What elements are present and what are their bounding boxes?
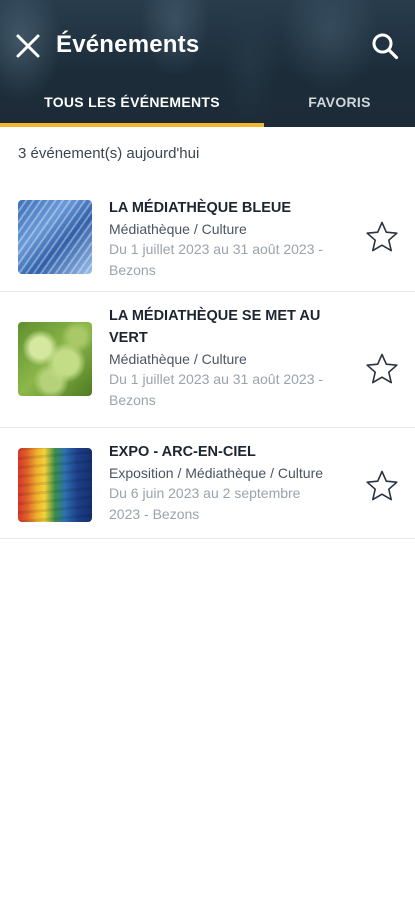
star-outline-icon — [366, 221, 398, 252]
event-title: EXPO - ARC-EN-CIEL — [109, 444, 256, 460]
event-date: Du 6 juin 2023 au 2 septembre — [109, 485, 301, 501]
event-item[interactable]: EXPO - ARC-EN-CIEL Exposition / Médiathè… — [0, 428, 415, 539]
favorite-button[interactable] — [365, 220, 399, 254]
event-category: Exposition / Médiathèque / Culture — [109, 465, 324, 481]
star-outline-icon — [366, 470, 398, 501]
event-location: Bezons — [109, 391, 156, 408]
event-texts: EXPO - ARC-EN-CIEL Exposition / Médiathè… — [109, 441, 349, 524]
event-date: Du 1 juillet 2023 au 31 août 2023 - — [109, 241, 324, 257]
close-icon — [16, 34, 40, 58]
app-header: Événements TOUS LES ÉVÉNEMENTS FAVORIS — [0, 0, 415, 127]
tab-all-events-label: TOUS LES ÉVÉNEMENTS — [44, 93, 220, 110]
favorite-button[interactable] — [365, 352, 399, 386]
events-count: 3 événement(s) aujourd'hui — [18, 145, 200, 162]
tab-bar: TOUS LES ÉVÉNEMENTS FAVORIS — [0, 76, 415, 127]
event-item[interactable]: LA MÉDIATHÈQUE SE MET AU VERT Médiathèqu… — [0, 292, 415, 428]
event-texts: LA MÉDIATHÈQUE SE MET AU VERT Médiathèqu… — [109, 305, 349, 410]
event-date: Du 1 juillet 2023 au 31 août 2023 - — [109, 371, 324, 387]
tab-favorites[interactable]: FAVORIS — [264, 76, 415, 127]
event-thumbnail — [18, 448, 92, 522]
event-thumbnail — [18, 322, 92, 396]
favorite-button[interactable] — [365, 469, 399, 503]
search-icon — [372, 33, 399, 60]
tab-all-events[interactable]: TOUS LES ÉVÉNEMENTS — [0, 76, 264, 127]
event-title-continued: VERT — [109, 330, 148, 346]
page-title: Événements — [56, 31, 200, 58]
event-title: LA MÉDIATHÈQUE SE MET AU — [109, 308, 321, 324]
tab-favorites-label: FAVORIS — [308, 93, 371, 110]
event-category: Médiathèque / Culture — [109, 221, 247, 237]
event-item[interactable]: LA MÉDIATHÈQUE BLEUE Médiathèque / Cultu… — [0, 183, 415, 292]
close-button[interactable] — [10, 28, 46, 64]
search-button[interactable] — [367, 28, 403, 64]
events-list: LA MÉDIATHÈQUE BLEUE Médiathèque / Cultu… — [0, 183, 415, 539]
star-outline-icon — [366, 353, 398, 384]
event-location: 2023 - Bezons — [109, 505, 200, 522]
event-title: LA MÉDIATHÈQUE BLEUE — [109, 200, 292, 216]
event-location: Bezons — [109, 261, 156, 278]
event-category: Médiathèque / Culture — [109, 351, 247, 367]
event-thumbnail — [18, 200, 92, 274]
event-texts: LA MÉDIATHÈQUE BLEUE Médiathèque / Cultu… — [109, 197, 349, 280]
